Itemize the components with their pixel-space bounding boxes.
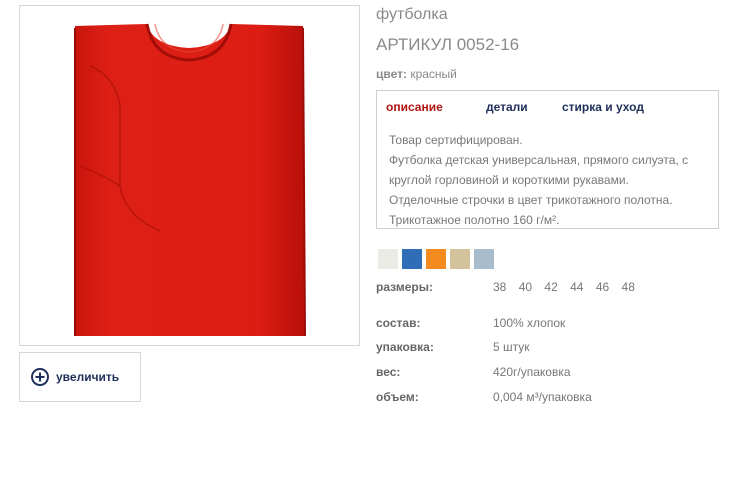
size-option[interactable]: 42 bbox=[544, 280, 557, 294]
zoom-button[interactable]: увеличить bbox=[19, 352, 141, 402]
size-option[interactable]: 44 bbox=[570, 280, 583, 294]
weight-label: вес: bbox=[376, 365, 401, 379]
description-text: Товар сертифицирован. Футболка детская у… bbox=[389, 130, 709, 230]
description-line: Отделочные строчки в цвет трикотажного п… bbox=[389, 193, 673, 207]
color-swatch[interactable] bbox=[450, 249, 470, 269]
weight-value: 420г/упаковка bbox=[493, 365, 571, 379]
volume-label: объем: bbox=[376, 390, 419, 404]
description-line: Товар сертифицирован. bbox=[389, 133, 523, 147]
description-line: Футболка детская универсальная, прямого … bbox=[389, 153, 689, 167]
tshirt-image bbox=[74, 23, 306, 337]
packaging-label: упаковка: bbox=[376, 340, 434, 354]
size-option[interactable]: 40 bbox=[519, 280, 532, 294]
color-value: красный bbox=[410, 67, 457, 81]
sizes-list: 38 40 42 44 46 48 bbox=[493, 280, 644, 294]
size-option[interactable]: 38 bbox=[493, 280, 506, 294]
composition-value: 100% хлопок bbox=[493, 316, 566, 330]
color-swatch[interactable] bbox=[402, 249, 422, 269]
color-swatch[interactable] bbox=[474, 249, 494, 269]
color-swatches bbox=[378, 249, 494, 269]
color-swatch[interactable] bbox=[426, 249, 446, 269]
color-label: цвет: bbox=[376, 67, 407, 81]
volume-value: 0,004 м³/упаковка bbox=[493, 390, 592, 404]
product-article: АРТИКУЛ 0052-16 bbox=[376, 35, 520, 54]
tab-description[interactable]: описание bbox=[386, 100, 443, 114]
description-line: круглой горловиной и короткими рукавами. bbox=[389, 173, 629, 187]
plus-circle-icon bbox=[31, 368, 49, 386]
description-line: Трикотажное полотно 160 г/м². bbox=[389, 213, 560, 227]
tab-care[interactable]: стирка и уход bbox=[562, 100, 644, 114]
color-swatch[interactable] bbox=[378, 249, 398, 269]
sizes-label: размеры: bbox=[376, 280, 433, 294]
composition-label: состав: bbox=[376, 316, 421, 330]
packaging-value: 5 штук bbox=[493, 340, 530, 354]
product-title: футболка bbox=[376, 6, 448, 23]
size-option[interactable]: 48 bbox=[622, 280, 635, 294]
product-color: цвет: красный bbox=[376, 67, 457, 81]
size-option[interactable]: 46 bbox=[596, 280, 609, 294]
tab-details[interactable]: детали bbox=[486, 100, 528, 114]
info-tabs-panel: описание детали стирка и уход Товар серт… bbox=[376, 90, 719, 229]
zoom-label: увеличить bbox=[56, 370, 120, 384]
product-image[interactable] bbox=[19, 5, 360, 346]
